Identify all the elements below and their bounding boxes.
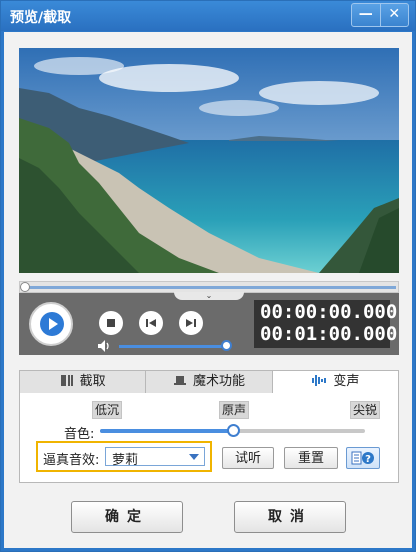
prev-frame-button[interactable]: [139, 311, 163, 335]
effect-select-value: 萝莉: [112, 453, 139, 468]
progress-track: [28, 286, 396, 289]
play-icon: [40, 312, 64, 336]
player-controls: ⌄ 00:00:00.000 00:01:00.000: [19, 292, 399, 355]
volume-icon[interactable]: [97, 339, 113, 353]
effect-label: 逼真音效:: [43, 453, 100, 468]
window-controls: — ✕: [351, 3, 409, 27]
svg-text:?: ?: [365, 454, 371, 465]
feature-tabs: 截取 魔术功能 变声: [19, 370, 399, 394]
window-title: 预览/截取: [10, 10, 72, 26]
tone-mark-original: 原声: [219, 401, 250, 419]
tone-mark-high: 尖锐: [350, 401, 381, 419]
voice-change-panel: 低沉 原声 尖锐 音色: 逼真音效: 萝莉 试听 重置 ?: [19, 393, 399, 483]
stop-icon: [107, 319, 115, 327]
magic-hat-icon: [173, 376, 186, 385]
tab-voice-change-label: 变声: [333, 374, 360, 389]
collapse-chevron-icon[interactable]: ⌄: [174, 292, 244, 300]
prev-frame-icon: [146, 319, 156, 327]
video-frame-beach-scene: [19, 48, 399, 273]
current-time: 00:00:00.000: [260, 301, 398, 323]
title-bar[interactable]: 预览/截取 — ✕: [1, 1, 415, 31]
listen-button[interactable]: 试听: [222, 447, 274, 469]
tab-crop[interactable]: 截取: [20, 371, 147, 393]
crop-icon: [60, 375, 73, 386]
minimize-button[interactable]: —: [352, 4, 380, 26]
volume-slider-track[interactable]: [119, 345, 225, 348]
tone-slider-handle[interactable]: [227, 424, 240, 437]
next-frame-icon: [186, 319, 196, 327]
volume-slider-handle[interactable]: [221, 340, 232, 351]
tone-mark-low: 低沉: [92, 401, 123, 419]
time-display: 00:00:00.000 00:01:00.000: [254, 300, 397, 348]
tone-slider-fill: [100, 429, 233, 433]
total-time: 00:01:00.000: [260, 323, 398, 345]
tone-label: 音色:: [64, 427, 95, 442]
progress-handle[interactable]: [20, 282, 30, 292]
tab-magic[interactable]: 魔术功能: [146, 371, 273, 393]
effect-select[interactable]: 萝莉: [105, 447, 205, 468]
tab-magic-label: 魔术功能: [192, 374, 245, 389]
reset-button[interactable]: 重置: [284, 447, 338, 469]
cancel-button[interactable]: 取消: [234, 501, 346, 533]
close-button[interactable]: ✕: [381, 4, 409, 26]
chevron-down-icon: [189, 454, 199, 460]
soundwave-icon: [312, 375, 327, 386]
effect-highlight-box: 逼真音效: 萝莉: [36, 441, 212, 472]
next-frame-button[interactable]: [179, 311, 203, 335]
dialog-client-area: ⌄ 00:00:00.000 00:01:00.000 截取 魔术功能 变声 低…: [4, 32, 412, 548]
dialog-window: 预览/截取 — ✕ ⌄ 00:00:00.000 00:01:00.000 截取…: [0, 0, 416, 552]
ok-button[interactable]: 确定: [71, 501, 183, 533]
tab-crop-label: 截取: [79, 374, 106, 389]
tab-voice-change[interactable]: 变声: [272, 371, 398, 393]
video-preview: [19, 48, 399, 273]
help-button[interactable]: ?: [346, 447, 380, 469]
play-button[interactable]: [29, 302, 73, 346]
help-icon: ?: [351, 451, 374, 465]
stop-button[interactable]: [99, 311, 123, 335]
